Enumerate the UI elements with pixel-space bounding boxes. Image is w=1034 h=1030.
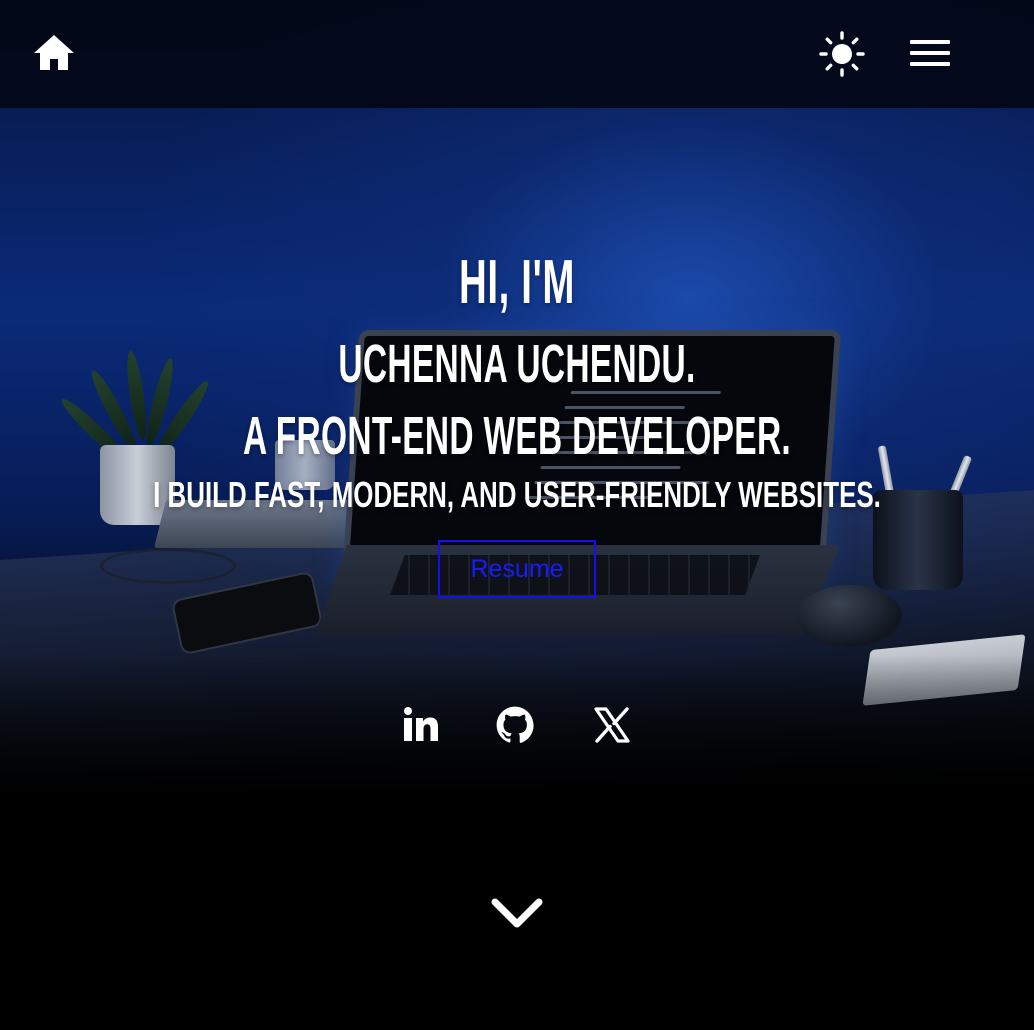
home-button[interactable] <box>32 33 76 73</box>
hero-greeting: Hi, I'm <box>459 248 575 317</box>
chevron-down-icon <box>491 898 543 928</box>
computer-mouse <box>797 585 902 647</box>
top-nav-bar <box>0 0 1034 108</box>
hero-role: A Front-end Web developer. <box>242 406 792 466</box>
hero-name: Uchenna Uchendu. <box>338 334 696 394</box>
menu-button[interactable] <box>910 38 950 68</box>
desk-shadow <box>0 655 1034 855</box>
x-icon <box>594 707 630 743</box>
hamburger-menu-icon <box>910 62 950 66</box>
hero-tagline: I build fast, modern, and user-friendly … <box>153 474 881 515</box>
resume-button[interactable]: Resume <box>438 540 596 598</box>
x-link[interactable] <box>591 704 633 746</box>
home-icon <box>34 35 74 70</box>
code-line <box>540 466 681 469</box>
github-icon <box>496 706 534 743</box>
hamburger-menu-icon <box>910 40 950 44</box>
scroll-down-button[interactable] <box>490 893 544 935</box>
hamburger-menu-icon <box>910 51 950 55</box>
sun-icon <box>819 31 865 77</box>
linkedin-link[interactable] <box>400 704 442 746</box>
glasses <box>100 548 236 584</box>
theme-toggle-button[interactable] <box>818 30 866 78</box>
hero-page: Hi, I'm Uchenna Uchendu. A Front-end Web… <box>0 0 1034 1030</box>
linkedin-icon <box>404 707 438 741</box>
github-link[interactable] <box>494 704 536 746</box>
